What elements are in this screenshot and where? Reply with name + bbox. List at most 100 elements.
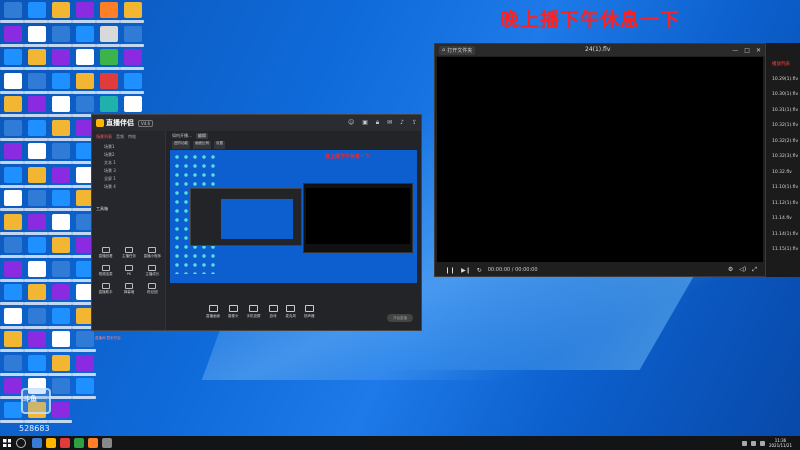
gift-icon[interactable]: ▣ — [362, 119, 368, 127]
streamer-titlebar[interactable]: 直播伴侣 V4.6 ☺ ▣ 🔒︎ ✉ ♪ ⇪ — [92, 115, 421, 131]
desktop-app-icon[interactable] — [4, 72, 22, 89]
desktop-app-icon[interactable] — [4, 190, 22, 206]
tool-button[interactable]: 直播回看 — [94, 247, 117, 259]
fullscreen-icon[interactable]: ⤢ — [752, 266, 757, 274]
desktop-app-icon[interactable] — [28, 190, 46, 206]
desktop-app-icon[interactable] — [4, 96, 22, 112]
desktop-app-icon[interactable] — [52, 166, 70, 183]
volume-icon[interactable]: ◁) — [739, 266, 746, 274]
subtab-advanced[interactable]: 进阶功能 — [172, 141, 190, 149]
start-live-button[interactable]: 开始直播 — [387, 314, 413, 322]
source-button[interactable]: 直播画面 — [206, 305, 220, 319]
desktop-app-icon[interactable] — [28, 25, 46, 42]
desktop-app-icon[interactable] — [28, 49, 46, 65]
desktop-app-icon[interactable] — [76, 354, 94, 371]
settings-icon[interactable]: ⚙ — [728, 266, 733, 274]
desktop-app-icon[interactable] — [4, 284, 22, 300]
room-title[interactable]: 如何开播... — [172, 133, 192, 139]
tool-button[interactable]: PK — [117, 265, 140, 277]
minimize-icon[interactable]: — — [732, 47, 738, 54]
playlist-item[interactable]: 10.32(3).flv — [772, 154, 798, 159]
desktop-app-icon[interactable] — [4, 331, 22, 347]
desktop-app-icon[interactable] — [28, 166, 46, 183]
scene-item[interactable]: 场景1 — [92, 143, 165, 151]
taskbar-app-icon[interactable] — [88, 438, 98, 448]
desktop-app-icon[interactable] — [4, 307, 22, 324]
edit-tag[interactable]: 编辑 — [195, 133, 208, 139]
source-button[interactable]: 麦克风 — [286, 305, 296, 319]
open-folder-tab[interactable]: ⌂ 打开文件夹 — [439, 45, 476, 55]
desktop-app-icon[interactable] — [28, 354, 46, 371]
next-icon[interactable]: ▶❙ — [461, 267, 471, 274]
desktop-app-icon[interactable] — [76, 72, 94, 89]
desktop-app-icon[interactable] — [4, 260, 22, 277]
desktop-app-icon[interactable] — [4, 166, 22, 183]
desktop-app-icon[interactable] — [4, 49, 22, 65]
close-icon[interactable]: ✕ — [756, 47, 761, 54]
playlist-item[interactable]: 10.32(1).flv — [772, 123, 798, 128]
desktop-app-icon[interactable] — [52, 354, 70, 371]
avatar[interactable]: ☺ — [348, 119, 354, 127]
input-method-icon[interactable] — [759, 440, 765, 446]
share-icon[interactable]: ⇪ — [412, 119, 417, 127]
desktop-app-icon[interactable] — [100, 25, 118, 42]
playlist-item[interactable]: 10.30(1).flv — [772, 92, 798, 97]
desktop-app-icon[interactable] — [52, 143, 70, 159]
network-icon[interactable] — [741, 440, 747, 446]
playlist-item[interactable]: 10.32.flv — [772, 170, 792, 175]
tool-button[interactable]: 主播成长 — [141, 265, 164, 277]
scene-item[interactable]: 场景 3 — [92, 167, 165, 175]
tool-button[interactable]: 弹幕墙 — [117, 283, 140, 295]
start-button[interactable] — [0, 436, 14, 450]
desktop-app-icon[interactable] — [28, 284, 46, 300]
desktop-app-icon[interactable] — [28, 119, 46, 136]
desktop-app-icon[interactable] — [52, 25, 70, 42]
loop-icon[interactable]: ↻ — [477, 267, 482, 274]
taskbar-app-icon[interactable] — [102, 438, 112, 448]
desktop-app-icon[interactable] — [4, 25, 22, 42]
taskbar-app-icon[interactable] — [74, 438, 84, 448]
subtab-settings[interactable]: 设置 — [214, 141, 225, 149]
message-icon[interactable]: ✉ — [387, 119, 392, 127]
desktop-app-icon[interactable] — [52, 260, 70, 277]
scene-item[interactable]: 场景 4 — [92, 183, 165, 191]
desktop-app-icon[interactable] — [76, 96, 94, 112]
clock[interactable]: 11:36 2021/11/21 — [769, 438, 792, 448]
playlist-item[interactable]: 11.15(1).flv — [772, 247, 798, 252]
taskbar-app-icon[interactable] — [60, 438, 70, 448]
search-icon[interactable] — [16, 438, 26, 448]
desktop-app-icon[interactable] — [4, 143, 22, 159]
desktop-app-icon[interactable] — [52, 2, 70, 18]
desktop-app-icon[interactable] — [52, 284, 70, 300]
tab-audio[interactable]: 音频 — [116, 134, 124, 140]
tool-button[interactable]: 主播任务 — [117, 247, 140, 259]
desktop-app-icon[interactable] — [28, 96, 46, 112]
bell-icon[interactable]: ♪ — [400, 119, 404, 127]
pause-icon[interactable]: ❙❙ — [445, 267, 455, 274]
subtab-aspect[interactable]: 画面比例 — [193, 141, 211, 149]
stream-preview[interactable]: 晚上播下午休息一下 — [170, 150, 417, 283]
desktop-app-icon[interactable] — [52, 331, 70, 347]
desktop-app-icon[interactable] — [76, 2, 94, 18]
desktop-app-icon[interactable] — [4, 119, 22, 136]
desktop-app-icon[interactable] — [4, 354, 22, 371]
desktop-app-icon[interactable] — [28, 237, 46, 253]
desktop-app-icon[interactable] — [4, 237, 22, 253]
tool-button[interactable]: 粉丝团 — [141, 283, 164, 295]
scene-item[interactable]: 场景2 — [92, 151, 165, 159]
playlist-item[interactable]: 11.14(1).flv — [772, 232, 798, 237]
desktop-app-icon[interactable] — [52, 307, 70, 324]
desktop-app-icon[interactable] — [28, 213, 46, 230]
desktop-app-icon[interactable] — [52, 213, 70, 230]
video-canvas[interactable] — [437, 57, 763, 262]
taskbar-app-icon[interactable] — [46, 438, 56, 448]
desktop-app-icon[interactable] — [52, 49, 70, 65]
desktop-app-icon[interactable] — [4, 213, 22, 230]
streamer-app-window[interactable]: 直播伴侣 V4.6 ☺ ▣ 🔒︎ ✉ ♪ ⇪ 场景列表 音频 特效 场景1 场景… — [91, 114, 422, 340]
playlist-item[interactable]: 11.12(1).flv — [772, 201, 798, 206]
desktop-app-icon[interactable] — [52, 119, 70, 136]
desktop-app-icon[interactable] — [100, 96, 118, 112]
desktop-app-icon[interactable] — [124, 49, 142, 65]
scene-item[interactable]: 全屏 1 — [92, 175, 165, 183]
desktop-app-icon[interactable] — [76, 25, 94, 42]
